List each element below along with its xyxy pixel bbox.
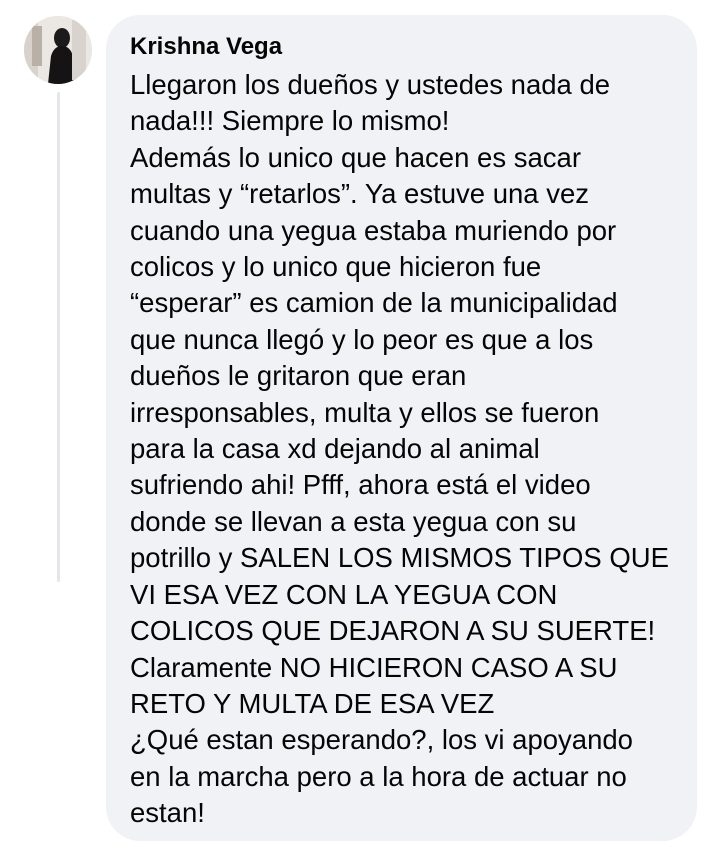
thread-line (57, 92, 60, 582)
avatar-photo (24, 16, 92, 84)
comment-text-line: multas y “retarlos”. Ya estuve una vez (130, 178, 590, 210)
comment-text-line: para la casa xd dejando al animal (130, 433, 540, 465)
comment-text-line: donde se llevan a esta yegua con su (130, 505, 577, 537)
comment-text-line: que nunca llegó y lo peor es que a los (130, 323, 594, 355)
comment-text-line: dueños le gritaron que eran (130, 360, 467, 392)
comment-text-line: COLICOS QUE DEJARON A SU SUERTE! (130, 615, 656, 647)
comment-text-line: colicos y lo unico que hicieron fue (130, 251, 542, 283)
comment-author-name[interactable]: Krishna Vega (130, 33, 677, 61)
avatar[interactable] (24, 16, 92, 84)
comment-text-line: sufriendo ahi! Pfff, ahora está el video (130, 469, 591, 501)
comment-text-line: ¿Qué estan esperando?, los vi apoyando (130, 724, 633, 756)
comment-text-line: “esperar” es camion de la municipalidad (130, 287, 618, 319)
comment-text-line: cuando una yegua estaba muriendo por (130, 214, 617, 246)
comment-text-line: VI ESA VEZ CON LA YEGUA CON (130, 578, 558, 610)
comment-text-line: RETO Y MULTA DE ESA VEZ (130, 687, 495, 719)
comment-text: Llegaron los dueños y ustedes nada de na… (130, 67, 677, 832)
comment-text-line: Llegaron los dueños y ustedes nada de (130, 69, 611, 100)
comment-text-line: irresponsables, multa y ellos se fueron (130, 396, 600, 428)
comment-bubble: Krishna Vega Llegaron los dueños y usted… (106, 15, 697, 841)
comment-text-line: potrillo y SALEN LOS MISMOS TIPOS QUE (130, 542, 669, 574)
comment-text-line: en la marcha pero a la hora de actuar no (130, 760, 627, 792)
comment-text-line: Claramente NO HICIERON CASO A SU (130, 651, 618, 683)
comment-text-line: estan! (130, 797, 205, 829)
comment-text-line: Además lo unico que hacen es sacar (130, 141, 581, 173)
comment-text-line: nada!!! Siempre lo mismo! (130, 105, 450, 137)
